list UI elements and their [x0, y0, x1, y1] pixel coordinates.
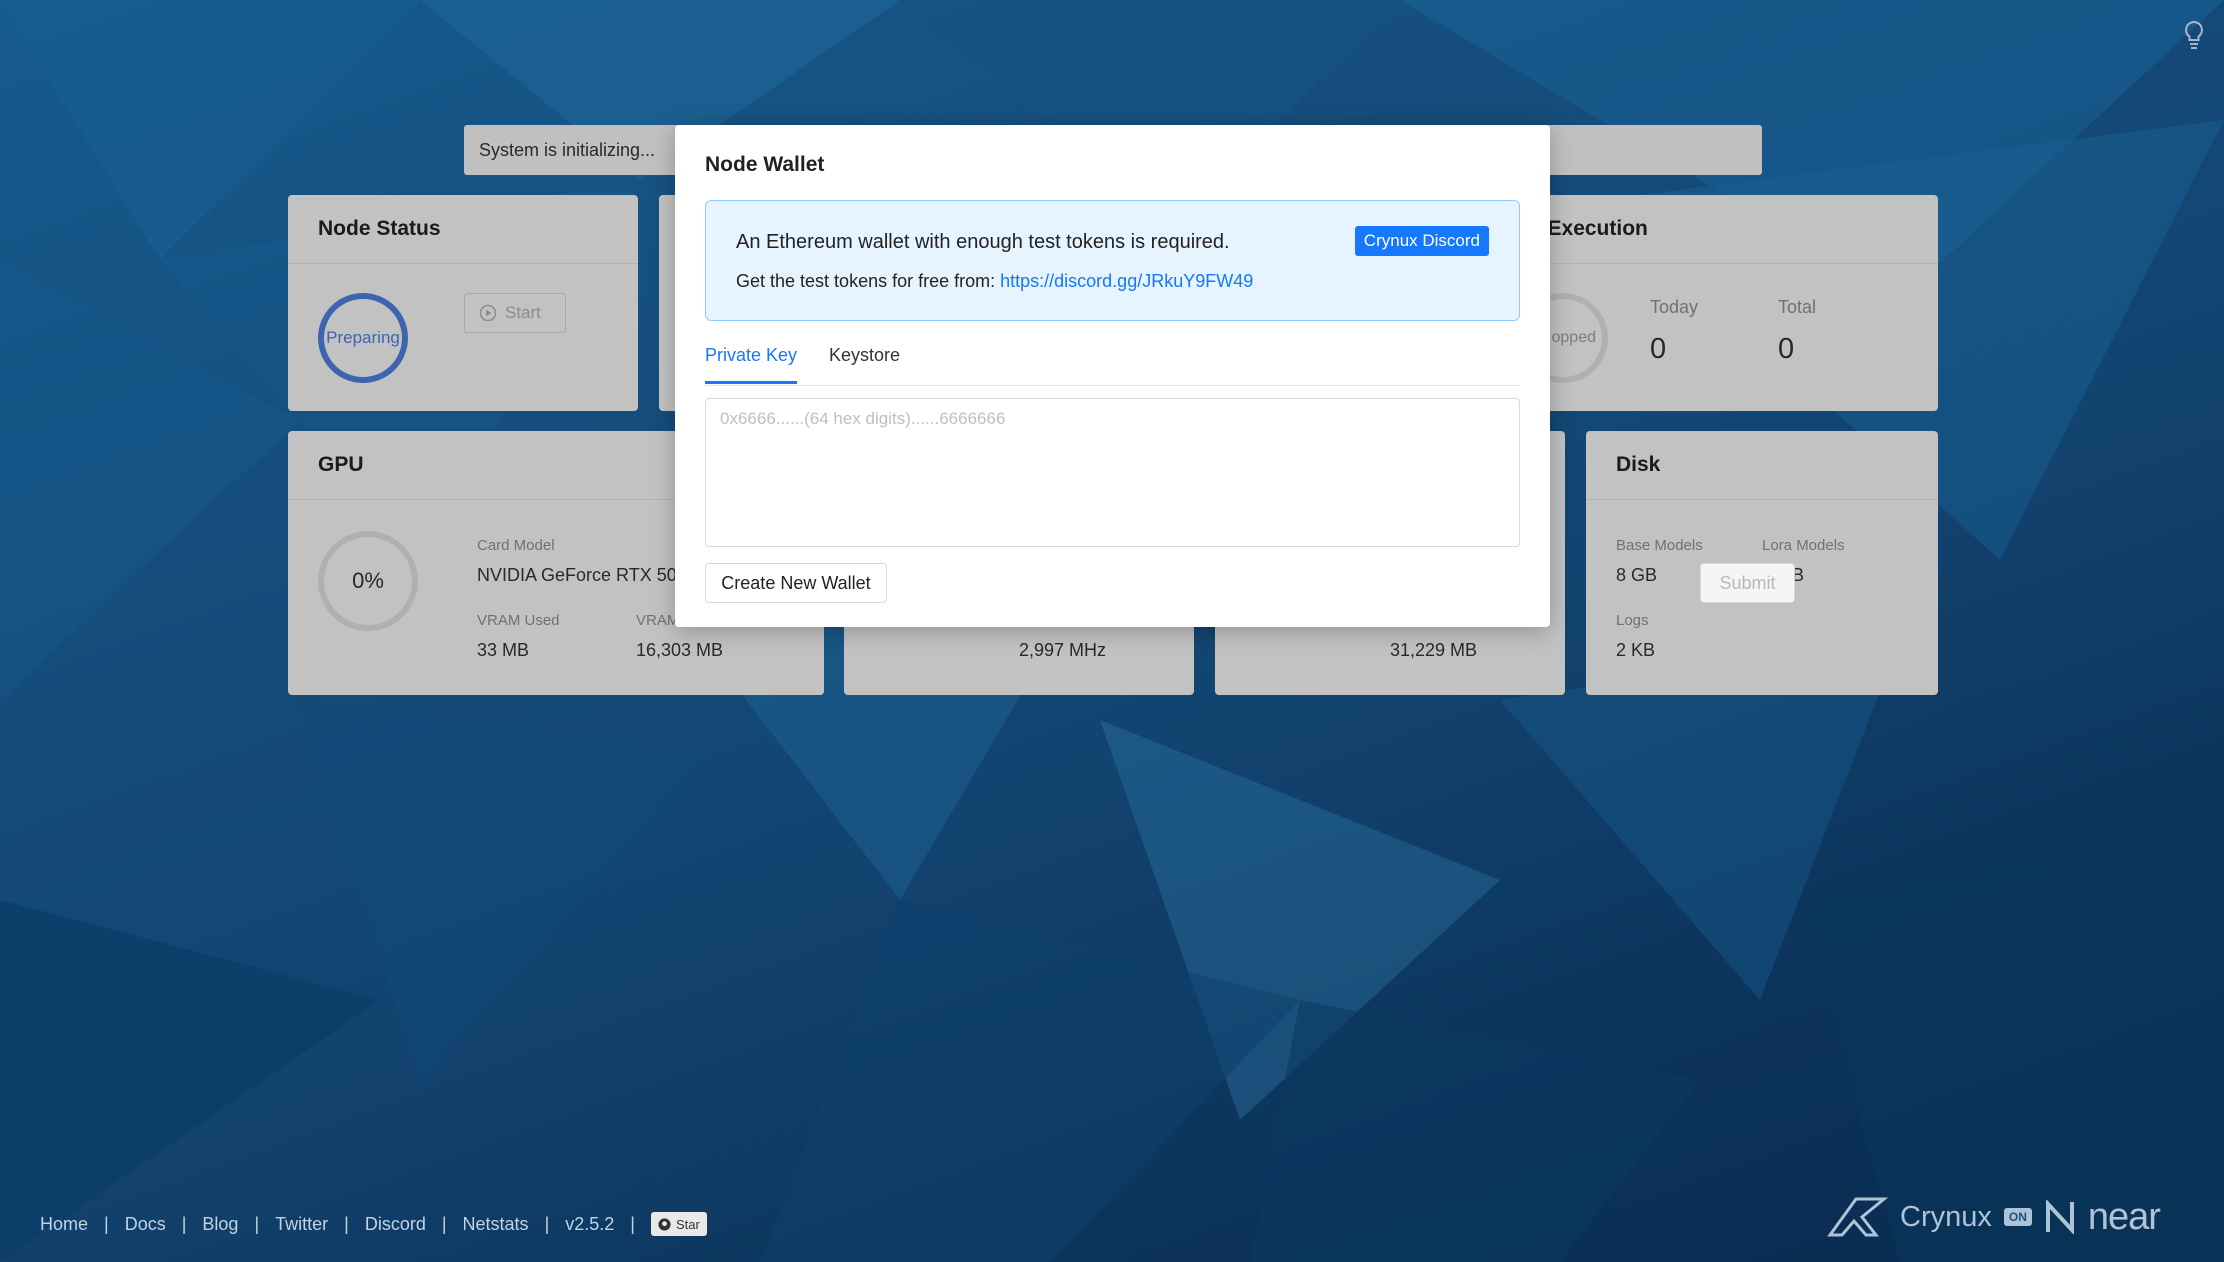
near-logo-icon [2045, 1200, 2074, 1234]
alert-description-text: Get the test tokens for free from: [736, 271, 1001, 291]
footer-link-twitter[interactable]: Twitter [275, 1214, 328, 1235]
version-label: v2.5.2 [565, 1213, 615, 1234]
submit-button[interactable]: Submit [1700, 563, 1795, 603]
star-label: Star [675, 1216, 700, 1232]
separator: | [630, 1213, 635, 1234]
github-icon [658, 1217, 671, 1231]
footer-link-discord[interactable]: Discord [365, 1214, 426, 1235]
alert-description: Get the test tokens for free from: https… [736, 271, 1253, 292]
separator: | [344, 1213, 349, 1234]
branding: Crynux ON near [1826, 1192, 2161, 1242]
footer-link-netstats[interactable]: Netstats [463, 1214, 529, 1235]
near-wordmark: near [2087, 1195, 2161, 1238]
info-alert: An Ethereum wallet with enough test toke… [705, 200, 1520, 321]
private-key-input[interactable] [705, 398, 1520, 547]
separator: | [104, 1213, 109, 1234]
crynux-wordmark: Crynux [1900, 1200, 1992, 1233]
separator: | [254, 1213, 260, 1234]
crynux-logo-icon [1827, 1197, 1888, 1237]
footer-link-home[interactable]: Home [40, 1214, 88, 1235]
wallet-tabs: Private Key Keystore [705, 337, 1520, 386]
github-star-button[interactable]: Star [650, 1212, 707, 1236]
separator: | [441, 1213, 447, 1234]
modal-title: Node Wallet [705, 153, 825, 176]
tab-keystore[interactable]: Keystore [829, 337, 900, 384]
footer-link-docs[interactable]: Docs [125, 1214, 166, 1235]
footer-links: Home | Docs | Blog | Twitter | Discord | Nets… [40, 1212, 707, 1236]
separator: | [181, 1213, 187, 1234]
footer-link-blog[interactable]: Blog [202, 1214, 238, 1235]
tab-private-key[interactable]: Private Key [705, 337, 798, 384]
discord-invite-link[interactable]: https://discord.gg/JRkuY9FW49 [1000, 271, 1253, 291]
create-new-wallet-button[interactable]: Create New Wallet [705, 563, 887, 603]
node-wallet-modal: Node Wallet An Ethereum wallet with enou… [675, 125, 1795, 627]
separator: | [544, 1213, 550, 1234]
on-badge: ON [2003, 1208, 2032, 1226]
alert-message: An Ethereum wallet with enough test toke… [736, 231, 1230, 253]
crynux-discord-button[interactable]: Crynux Discord [1354, 226, 1489, 256]
